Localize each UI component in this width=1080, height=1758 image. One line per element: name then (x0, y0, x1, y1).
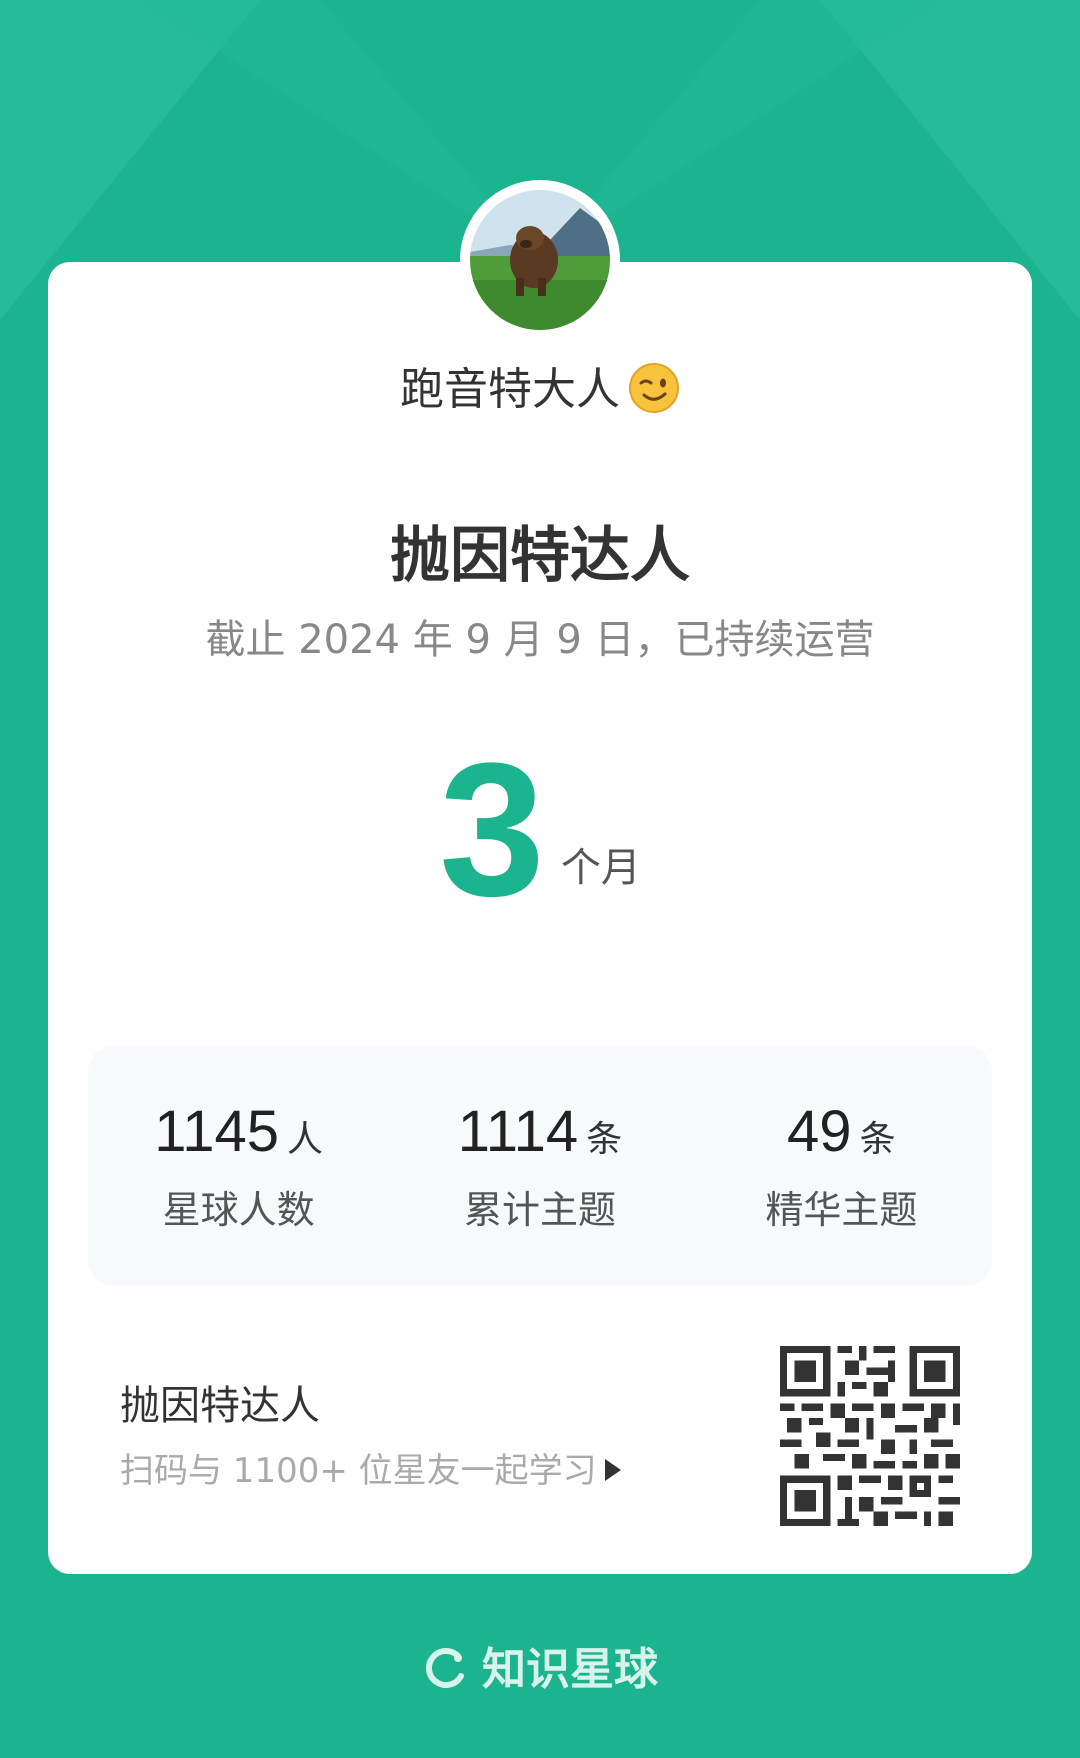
stat-topics: 1114 条 累计主题 (389, 1046, 690, 1286)
duration-unit: 个月 (560, 845, 641, 891)
play-arrow-icon (604, 1458, 621, 1481)
owner-name: 跑音特大人 (400, 364, 620, 415)
stats-panel: 1145 人 星球人数 1114 条 累计主题 49 条 精华主题 (88, 1046, 992, 1286)
footer-planet-name: 抛因特达人 (120, 1383, 320, 1429)
footer-scan-hint[interactable]: 扫码与 1100+ 位星友一起学习 (120, 1446, 621, 1496)
operating-duration: 3 个月 (0, 735, 1080, 925)
qr-code-icon[interactable] (780, 1346, 960, 1526)
stat-unit: 人 (287, 1119, 324, 1160)
winking-face-icon (629, 363, 679, 413)
stat-value: 49 (787, 1099, 852, 1164)
zsxq-logo-icon (426, 1648, 464, 1688)
stat-label: 星球人数 (162, 1188, 315, 1232)
stat-value: 1145 (154, 1099, 280, 1164)
bear-avatar-image (470, 190, 610, 330)
brand-name: 知识星球 (482, 1644, 658, 1695)
stat-label: 累计主题 (463, 1188, 616, 1232)
scan-hint-text: 扫码与 1100+ 位星友一起学习 (120, 1451, 597, 1491)
stat-label: 精华主题 (765, 1188, 918, 1232)
stat-featured-topics: 49 条 精华主题 (691, 1046, 992, 1286)
owner-name-row[interactable]: 跑音特大人 (0, 360, 1080, 420)
owner-avatar[interactable] (460, 180, 620, 340)
duration-value: 3 (439, 724, 545, 936)
brand-footer: 知识星球 (0, 1640, 1080, 1700)
stat-unit: 条 (859, 1119, 896, 1160)
stat-value: 1114 (457, 1099, 579, 1164)
stat-members: 1145 人 星球人数 (88, 1046, 389, 1286)
stat-unit: 条 (586, 1119, 623, 1160)
planet-title: 抛因特达人 (390, 521, 690, 591)
operating-since-text: 截止 2024 年 9 月 9 日，已持续运营 (205, 617, 875, 663)
